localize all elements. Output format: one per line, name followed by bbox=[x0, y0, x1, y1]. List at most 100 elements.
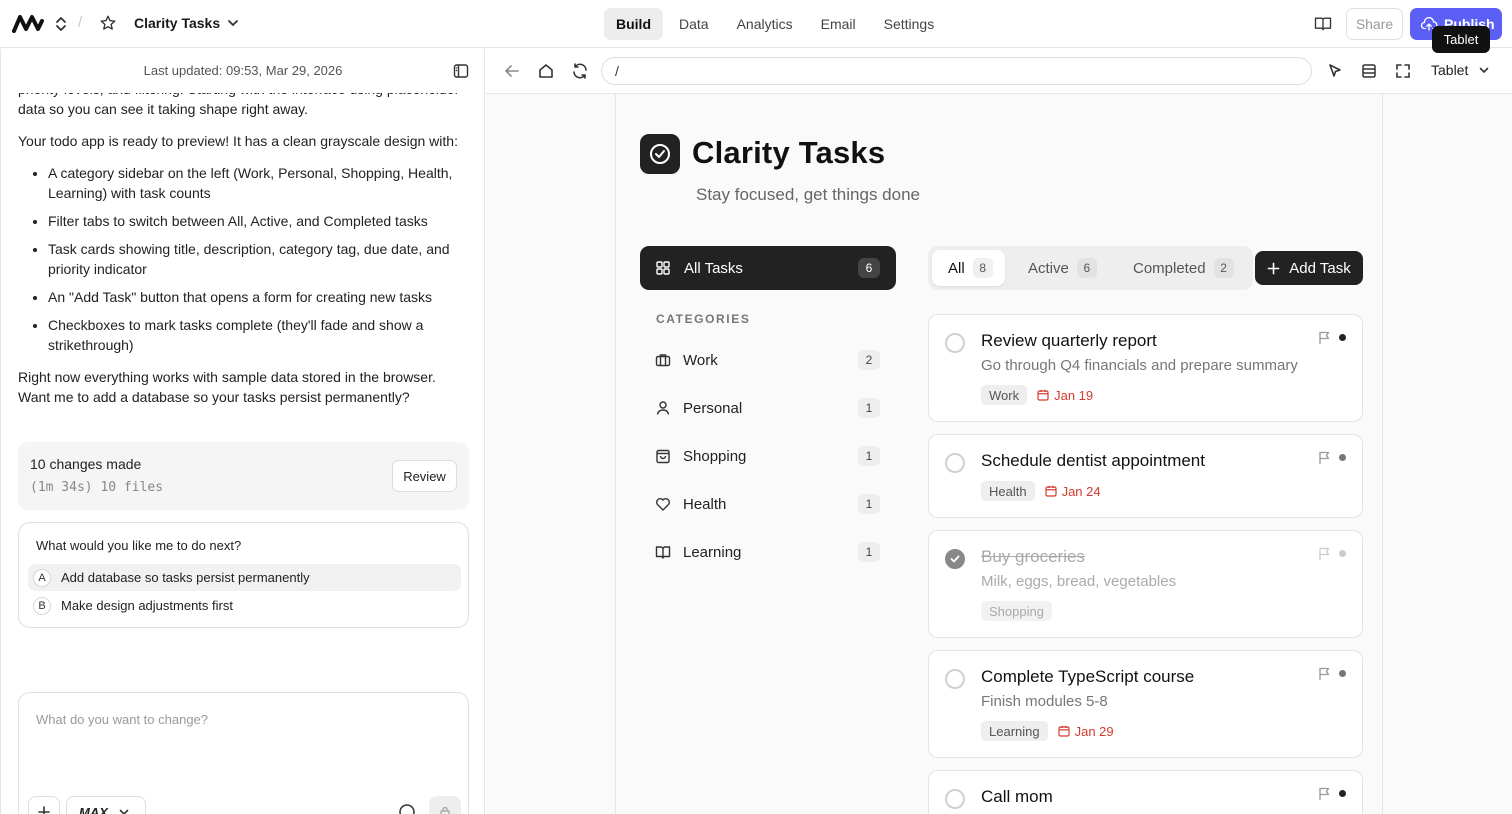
flag-icon[interactable] bbox=[1318, 547, 1331, 566]
back-arrow-icon[interactable] bbox=[503, 62, 521, 85]
option-a[interactable]: A Add database so tasks persist permanen… bbox=[28, 564, 461, 591]
calendar-icon bbox=[1044, 485, 1057, 497]
review-button[interactable]: Review bbox=[392, 460, 457, 492]
share-button[interactable]: Share bbox=[1346, 8, 1403, 40]
url-input[interactable]: / bbox=[601, 57, 1312, 85]
shopping-bag-icon bbox=[655, 448, 671, 464]
task-title: Buy groceries bbox=[981, 547, 1085, 566]
project-name: Clarity Tasks bbox=[134, 15, 221, 31]
task-card[interactable]: Schedule dentist appointment Health Jan … bbox=[928, 434, 1363, 518]
tooltip: Tablet bbox=[1432, 26, 1490, 53]
model-selector[interactable]: MAX bbox=[66, 796, 146, 814]
docs-book-icon[interactable] bbox=[1313, 14, 1333, 39]
send-button[interactable] bbox=[429, 796, 461, 814]
main-nav: Build Data Analytics Email Settings bbox=[604, 8, 946, 40]
flag-icon[interactable] bbox=[1318, 667, 1331, 686]
chat-messages: priority levels, and filtering. Starting… bbox=[18, 79, 468, 419]
home-icon[interactable] bbox=[537, 62, 555, 85]
project-switcher-icon[interactable] bbox=[54, 15, 68, 38]
flag-icon[interactable] bbox=[1318, 331, 1331, 350]
list-item: A category sidebar on the left (Work, Pe… bbox=[48, 163, 468, 203]
filter-completed[interactable]: Completed 2 bbox=[1117, 250, 1246, 286]
tab-data[interactable]: Data bbox=[667, 8, 721, 40]
category-label: Learning bbox=[683, 543, 742, 561]
device-selector[interactable]: Tablet bbox=[1431, 62, 1490, 78]
priority-indicator bbox=[1339, 550, 1346, 557]
filter-all[interactable]: All 8 bbox=[932, 250, 1005, 286]
filter-label: Active bbox=[1028, 259, 1069, 277]
project-name-dropdown[interactable]: Clarity Tasks bbox=[134, 15, 240, 31]
composer-placeholder[interactable]: What do you want to change? bbox=[36, 712, 208, 727]
priority-indicator bbox=[1339, 334, 1346, 341]
category-health[interactable]: Health 1 bbox=[640, 484, 896, 524]
chat-mode-button[interactable] bbox=[391, 796, 423, 814]
category-tag: Health bbox=[981, 481, 1035, 501]
next-step-question: What would you like me to do next? A Add… bbox=[18, 522, 469, 628]
tab-email[interactable]: Email bbox=[809, 8, 868, 40]
task-checkbox[interactable] bbox=[945, 333, 965, 353]
task-card[interactable]: Review quarterly report Go through Q4 fi… bbox=[928, 314, 1363, 422]
filter-count: 6 bbox=[1076, 258, 1097, 278]
tab-settings[interactable]: Settings bbox=[872, 8, 947, 40]
task-checkbox[interactable] bbox=[945, 453, 965, 473]
task-checkbox-checked[interactable] bbox=[945, 549, 965, 569]
add-task-label: Add Task bbox=[1289, 259, 1351, 277]
preview-toolbar: / Tablet bbox=[486, 49, 1512, 94]
category-label: Health bbox=[683, 495, 727, 513]
all-tasks-button[interactable]: All Tasks 6 bbox=[640, 246, 896, 290]
plus-icon bbox=[38, 806, 50, 814]
filter-active[interactable]: Active 6 bbox=[1012, 250, 1109, 286]
device-label: Tablet bbox=[1431, 62, 1469, 78]
task-description: Finish modules 5-8 bbox=[981, 693, 1108, 710]
category-tag: Learning bbox=[981, 721, 1048, 741]
tab-build[interactable]: Build bbox=[604, 8, 663, 40]
refresh-icon[interactable] bbox=[571, 62, 589, 85]
category-count: 1 bbox=[858, 494, 880, 514]
due-date: Jan 24 bbox=[1044, 484, 1101, 499]
chevron-down-icon bbox=[1480, 67, 1489, 74]
attach-button[interactable] bbox=[28, 796, 60, 814]
chat-message: Your todo app is ready to preview! It ha… bbox=[18, 133, 458, 149]
list-item: Task cards showing title, description, c… bbox=[48, 239, 468, 279]
task-card[interactable]: Buy groceries Milk, eggs, bread, vegetab… bbox=[928, 530, 1363, 638]
filter-tabs: All 8 Active 6 Completed 2 bbox=[928, 246, 1253, 290]
chat-panel: priority levels, and filtering. Starting… bbox=[0, 49, 485, 814]
task-card[interactable]: Call mom bbox=[928, 770, 1363, 814]
changes-meta: (1m 34s) 10 files bbox=[30, 480, 164, 495]
star-icon[interactable] bbox=[99, 14, 117, 37]
category-count: 2 bbox=[858, 350, 880, 370]
calendar-icon bbox=[1058, 725, 1070, 737]
book-icon bbox=[655, 544, 671, 560]
option-b[interactable]: B Make design adjustments first bbox=[28, 592, 461, 619]
tab-analytics[interactable]: Analytics bbox=[725, 8, 805, 40]
category-learning[interactable]: Learning 1 bbox=[640, 532, 896, 572]
category-shopping[interactable]: Shopping 1 bbox=[640, 436, 896, 476]
task-checkbox[interactable] bbox=[945, 789, 965, 809]
add-task-button[interactable]: Add Task bbox=[1255, 251, 1363, 285]
task-title: Review quarterly report bbox=[981, 331, 1157, 350]
all-tasks-count: 6 bbox=[858, 258, 880, 278]
changes-title: 10 changes made bbox=[30, 456, 142, 472]
fullscreen-icon[interactable] bbox=[1394, 62, 1412, 85]
layout-icon[interactable] bbox=[1360, 62, 1378, 85]
preview-canvas: Clarity Tasks Stay focused, get things d… bbox=[486, 94, 1512, 814]
cursor-select-icon[interactable] bbox=[1326, 62, 1344, 85]
sidebar-toggle-icon[interactable] bbox=[453, 63, 469, 84]
check-circle-icon bbox=[640, 134, 680, 174]
category-personal[interactable]: Personal 1 bbox=[640, 388, 896, 428]
task-checkbox[interactable] bbox=[945, 669, 965, 689]
flag-icon[interactable] bbox=[1318, 787, 1331, 806]
flag-icon[interactable] bbox=[1318, 451, 1331, 470]
last-updated: Last updated: 09:53, Mar 29, 2026 bbox=[143, 63, 343, 78]
task-card[interactable]: Complete TypeScript course Finish module… bbox=[928, 650, 1363, 758]
breadcrumb-separator: / bbox=[78, 14, 83, 31]
app-logo-icon[interactable] bbox=[12, 13, 44, 40]
filter-label: Completed bbox=[1133, 259, 1206, 277]
category-work[interactable]: Work 2 bbox=[640, 340, 896, 380]
option-label: Add database so tasks persist permanentl… bbox=[61, 570, 310, 585]
category-label: Shopping bbox=[683, 447, 747, 465]
changes-summary: 10 changes made (1m 34s) 10 files Review bbox=[18, 442, 469, 510]
task-description: Milk, eggs, bread, vegetables bbox=[981, 573, 1177, 590]
message-composer[interactable]: What do you want to change? MAX bbox=[18, 692, 469, 814]
chat-message: Right now everything works with sample d… bbox=[18, 369, 436, 405]
